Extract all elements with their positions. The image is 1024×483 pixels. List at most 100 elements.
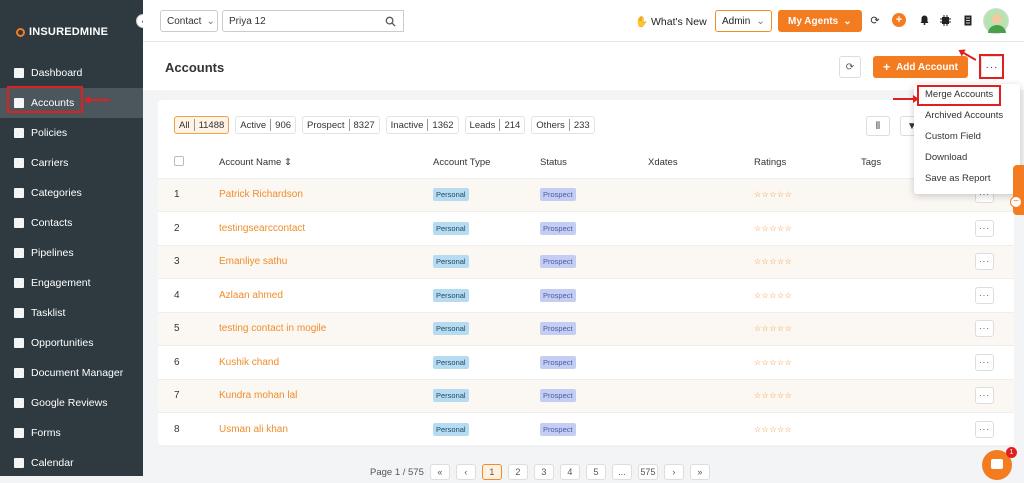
sidebar-item-engagement[interactable]: Engagement: [0, 268, 143, 298]
columns-button[interactable]: ⦀: [866, 116, 890, 136]
table-row[interactable]: 1 Patrick Richardson Personal Prospect ☆☆☆☆☆…: [158, 178, 1014, 212]
search-button[interactable]: [377, 10, 404, 32]
page-button[interactable]: 575: [637, 464, 658, 480]
sidebar-item-policies[interactable]: Policies: [0, 118, 143, 148]
sidebar-item-document-manager[interactable]: Document Manager: [0, 358, 143, 388]
table-row[interactable]: 7 Kundra mohan lal Personal Prospect ☆☆☆☆☆ ··…: [158, 379, 1014, 413]
row-more-button[interactable]: ···: [975, 286, 994, 304]
sync-icon[interactable]: ⟳: [868, 13, 882, 27]
account-name-link[interactable]: Kushik chand: [219, 357, 279, 368]
rating-stars[interactable]: ☆☆☆☆☆: [754, 224, 792, 233]
status-badge: Prospect: [540, 389, 576, 403]
rating-stars[interactable]: ☆☆☆☆☆: [754, 257, 792, 266]
account-name-link[interactable]: testing contact in mogile: [219, 323, 326, 334]
filter-chip-inactive[interactable]: Inactive 1362: [385, 116, 459, 134]
sidebar-item-tasklist[interactable]: Tasklist: [0, 298, 143, 328]
row-more-button[interactable]: ···: [975, 420, 994, 438]
quick-add-icon[interactable]: +: [892, 13, 906, 27]
role-select[interactable]: Admin ⌄: [715, 10, 772, 32]
page-button[interactable]: ›: [663, 464, 684, 480]
rating-stars[interactable]: ☆☆☆☆☆: [754, 190, 792, 199]
search-type-select[interactable]: Contact ⌄: [160, 10, 218, 32]
search-input[interactable]: Priya 12: [222, 10, 378, 32]
table-row[interactable]: 2 testingsearccontact Personal Prospect ☆☆☆☆…: [158, 211, 1014, 246]
notes-icon[interactable]: [961, 13, 975, 27]
row-more-button[interactable]: ···: [975, 387, 994, 405]
my-agents-button[interactable]: My Agents ⌄: [778, 10, 862, 32]
filter-chip-prospect[interactable]: Prospect 8327: [302, 116, 380, 134]
sidebar-item-pipelines[interactable]: Pipelines: [0, 238, 143, 268]
table-row[interactable]: 3 Emanliye sathu Personal Prospect ☆☆☆☆☆ ···: [158, 245, 1014, 279]
page-button[interactable]: 3: [533, 464, 554, 480]
rating-stars[interactable]: ☆☆☆☆☆: [754, 358, 792, 367]
account-name-link[interactable]: testingsearccontact: [219, 223, 305, 234]
filter-divider: [348, 119, 350, 131]
table-row[interactable]: 5 testing contact in mogile Personal Prospe…: [158, 312, 1014, 346]
row-number: 3: [158, 245, 219, 279]
page-button[interactable]: »: [689, 464, 710, 480]
select-all-checkbox[interactable]: [174, 156, 184, 167]
sidebar-item-calendar[interactable]: Calendar: [0, 448, 143, 478]
brand-logo[interactable]: INSUREDMINE: [16, 26, 108, 38]
table-row[interactable]: 8 Usman ali khan Personal Prospect ☆☆☆☆☆ ···: [158, 412, 1014, 447]
menu-item-download[interactable]: Download: [914, 147, 1020, 168]
row-number: 7: [158, 379, 219, 413]
logo-mark-icon: [16, 27, 25, 37]
chip-icon[interactable]: [938, 13, 952, 27]
menu-item-custom-field[interactable]: Custom Field: [914, 126, 1020, 147]
page-button[interactable]: ‹: [455, 464, 476, 480]
filter-chip-others[interactable]: Others 233: [531, 116, 595, 134]
whats-new-link[interactable]: ✋ What's New: [635, 15, 707, 28]
filter-count: 8327: [353, 119, 375, 131]
filter-chip-all[interactable]: All 11488: [174, 116, 230, 134]
menu-item-archived-accounts[interactable]: Archived Accounts: [914, 105, 1020, 126]
table-row[interactable]: 4 Azlaan ahmed Personal Prospect ☆☆☆☆☆ ···: [158, 278, 1014, 313]
sort-icon[interactable]: ⇕: [284, 157, 292, 168]
side-panel-minimize-icon[interactable]: −: [1010, 196, 1022, 208]
categories-icon: [14, 188, 24, 198]
sidebar-item-google-reviews[interactable]: Google Reviews: [0, 388, 143, 418]
account-name-link[interactable]: Patrick Richardson: [219, 189, 303, 200]
sidebar-item-categories[interactable]: Categories: [0, 178, 143, 208]
xdates-cell: [648, 278, 754, 313]
page-button[interactable]: 2: [507, 464, 528, 480]
sidebar-item-opportunities[interactable]: Opportunities: [0, 328, 143, 358]
refresh-button[interactable]: ⟳: [839, 56, 861, 78]
sidebar-item-dashboard[interactable]: Dashboard: [0, 58, 143, 88]
filter-chip-active[interactable]: Active 906: [235, 116, 297, 134]
filter-chip-leads[interactable]: Leads 214: [464, 116, 526, 134]
filter-divider: [568, 119, 570, 131]
row-more-button[interactable]: ···: [975, 320, 994, 338]
account-name-link[interactable]: Kundra mohan lal: [219, 390, 297, 401]
user-avatar[interactable]: [983, 8, 1009, 34]
xdates-cell: [648, 312, 754, 346]
row-more-button[interactable]: ···: [975, 253, 994, 271]
bell-icon[interactable]: [917, 13, 931, 27]
sidebar-item-contacts[interactable]: Contacts: [0, 208, 143, 238]
sidebar-item-label: Forms: [31, 427, 61, 439]
sidebar-item-forms[interactable]: Forms: [0, 418, 143, 448]
rating-stars[interactable]: ☆☆☆☆☆: [754, 324, 792, 333]
page-button[interactable]: 1: [481, 464, 502, 480]
column-account-name[interactable]: Account Name ⇕: [219, 148, 433, 179]
page-button[interactable]: 4: [559, 464, 580, 480]
row-number: 8: [158, 412, 219, 447]
sidebar-nav: Dashboard Accounts Policies Carriers Categor…: [0, 58, 143, 478]
account-name-link[interactable]: Usman ali khan: [219, 424, 288, 435]
sidebar-item-carriers[interactable]: Carriers: [0, 148, 143, 178]
page-button[interactable]: «: [429, 464, 450, 480]
page-button[interactable]: ...: [611, 464, 632, 480]
row-more-button[interactable]: ···: [975, 219, 994, 237]
account-type-badge: Personal: [433, 422, 469, 436]
account-name-link[interactable]: Emanliye sathu: [219, 256, 287, 267]
accounts-card: All 11488 Active 906 Prospect 8327 Inactive 136…: [158, 100, 1014, 447]
account-name-link[interactable]: Azlaan ahmed: [219, 290, 283, 301]
rating-stars[interactable]: ☆☆☆☆☆: [754, 291, 792, 300]
row-more-button[interactable]: ···: [975, 353, 994, 371]
rating-stars[interactable]: ☆☆☆☆☆: [754, 425, 792, 434]
page-button[interactable]: 5: [585, 464, 606, 480]
add-account-button[interactable]: + Add Account: [873, 56, 968, 78]
table-row[interactable]: 6 Kushik chand Personal Prospect ☆☆☆☆☆ ···: [158, 345, 1014, 380]
rating-stars[interactable]: ☆☆☆☆☆: [754, 391, 792, 400]
menu-item-save-as-report[interactable]: Save as Report: [914, 168, 1020, 189]
